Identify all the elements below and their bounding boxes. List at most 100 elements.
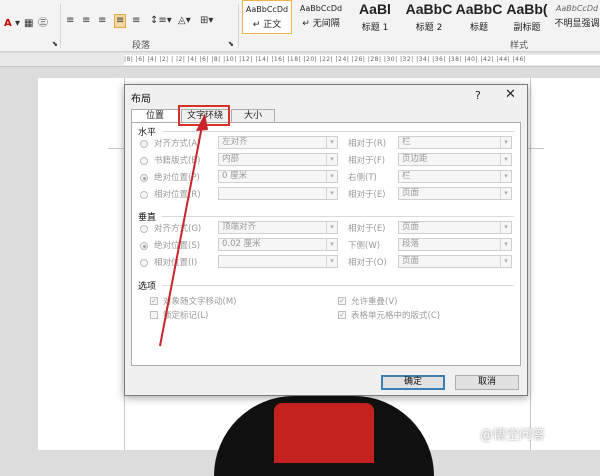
relative-label: 相对于(O) bbox=[348, 258, 387, 268]
relative-to-select[interactable]: 页面 ▾ bbox=[398, 187, 512, 200]
tab-position[interactable]: 位置 bbox=[131, 109, 179, 123]
option-value-field[interactable]: ▾ bbox=[218, 255, 338, 268]
style-name: 不明显强调 bbox=[554, 19, 600, 29]
layout-in-cell-label: 表格单元格中的版式(C) bbox=[351, 311, 441, 321]
relative-value: 栏 bbox=[402, 171, 411, 181]
font-color-button[interactable]: A bbox=[4, 18, 12, 30]
option-value: 0.02 厘米 bbox=[222, 239, 261, 249]
dropdown-arrow-icon[interactable]: ▾ bbox=[326, 222, 337, 233]
option-value-field[interactable]: 内部 ▾ bbox=[218, 153, 338, 166]
relative-to-select[interactable]: 段落 ▾ bbox=[398, 238, 512, 251]
shading-icon[interactable]: ◬▾ bbox=[178, 15, 191, 27]
style-tile[interactable]: AaBbCcDd ↵ 无间隔 bbox=[296, 0, 346, 34]
dropdown-arrow-icon[interactable]: ▾ bbox=[500, 239, 511, 250]
relative-to-select[interactable]: 栏 ▾ bbox=[398, 170, 512, 183]
justify-icon[interactable]: ≡ bbox=[114, 14, 127, 28]
style-tile[interactable]: AaBbCcDd ↵ 正文 bbox=[242, 0, 292, 34]
dropdown-arrow-icon[interactable]: ▾ bbox=[326, 171, 337, 182]
option-radio[interactable] bbox=[140, 225, 148, 233]
style-tile[interactable]: AaBbCcDd 不明显强调 bbox=[554, 0, 600, 34]
relative-to-select[interactable]: 页面 ▾ bbox=[398, 255, 512, 268]
style-tile[interactable]: AaBb(副标题 bbox=[502, 0, 552, 34]
style-tile[interactable]: AaBbC 标题 bbox=[454, 0, 504, 34]
option-radio[interactable] bbox=[140, 157, 148, 165]
relative-value: 段落 bbox=[402, 239, 420, 249]
style-name: 标题 2 bbox=[415, 23, 443, 33]
option-label: 对齐方式(A) bbox=[154, 139, 201, 149]
ok-button[interactable]: 确定 bbox=[381, 375, 445, 390]
font-dialog-launcher-icon[interactable]: ⬊ bbox=[52, 38, 58, 50]
style-preview: AaBbC bbox=[405, 1, 453, 17]
relative-value: 栏 bbox=[402, 137, 411, 147]
relative-value: 页面 bbox=[402, 256, 420, 266]
align-left-icon[interactable]: ≡ bbox=[66, 15, 74, 27]
dropdown-arrow-icon[interactable]: ▾ bbox=[326, 154, 337, 165]
relative-to-select[interactable]: 页边距 ▾ bbox=[398, 153, 512, 166]
style-name: ↵ 正文 bbox=[252, 20, 282, 30]
align-center-icon[interactable]: ≡ bbox=[82, 15, 90, 27]
option-radio[interactable] bbox=[140, 242, 148, 250]
option-value-field[interactable]: ▾ bbox=[218, 187, 338, 200]
borders-icon[interactable]: ⊞▾ bbox=[200, 15, 213, 27]
option-label: 相对位置(I) bbox=[154, 258, 198, 268]
relative-label: 相对于(E) bbox=[348, 190, 386, 200]
ruler-scale: |8| |6| |4| |2| | |2| |4| |6| |8| |10| |… bbox=[124, 55, 600, 65]
option-radio[interactable] bbox=[140, 140, 148, 148]
style-preview: AaBbCcDd bbox=[555, 4, 599, 13]
dropdown-arrow-icon[interactable]: ▾ bbox=[500, 256, 511, 267]
move-with-text-label: 对象随文字移动(M) bbox=[163, 297, 237, 307]
position-tab-panel: 水平 对齐方式(A) 左对齐 ▾ 相对于(R) 栏 ▾ 书籍版式(B) 内部 ▾ 相对于(F) 页边… bbox=[131, 122, 521, 366]
option-radio[interactable] bbox=[140, 191, 148, 199]
dropdown-arrow-icon[interactable]: ▾ bbox=[500, 137, 511, 148]
option-radio[interactable] bbox=[140, 174, 148, 182]
font-color-dropdown-icon[interactable]: ▾ bbox=[15, 18, 20, 30]
option-radio[interactable] bbox=[140, 259, 148, 267]
relative-to-select[interactable]: 栏 ▾ bbox=[398, 136, 512, 149]
character-shading-icon[interactable]: ▦ bbox=[24, 18, 33, 30]
dropdown-arrow-icon[interactable]: ▾ bbox=[326, 256, 337, 267]
horizontal-ruler[interactable]: |8| |6| |4| |2| | |2| |4| |6| |8| |10| |… bbox=[0, 53, 600, 67]
tab-size[interactable]: 大小 bbox=[231, 109, 275, 123]
line-spacing-icon[interactable]: ↕≡▾ bbox=[150, 15, 172, 27]
option-value-field[interactable]: 顶端对齐 ▾ bbox=[218, 221, 338, 234]
paragraph-group-label: 段落 bbox=[132, 41, 151, 51]
relative-to-select[interactable]: 页面 ▾ bbox=[398, 221, 512, 234]
option-value-field[interactable]: 0 厘米 ▾ bbox=[218, 170, 338, 183]
relative-value: 页面 bbox=[402, 188, 420, 198]
move-with-text-checkbox[interactable]: ✓ bbox=[150, 297, 158, 305]
dropdown-arrow-icon[interactable]: ▾ bbox=[326, 188, 337, 199]
cancel-button[interactable]: 取消 bbox=[455, 375, 519, 390]
ribbon: A ▾ ▦ ㊂ ⬊ ≡ ≡ ≡ ≡ ≡ ↕≡▾ ◬▾ ⊞▾ 段落 ⬊ AaBbC… bbox=[0, 0, 600, 52]
enclose-character-icon[interactable]: ㊂ bbox=[38, 18, 48, 30]
style-tile[interactable]: AaBl 标题 1 bbox=[350, 0, 400, 34]
style-preview: AaBb( bbox=[506, 1, 548, 17]
options-section-label: 选项 bbox=[138, 282, 157, 292]
dropdown-arrow-icon[interactable]: ▾ bbox=[500, 188, 511, 199]
relative-label: 下侧(W) bbox=[348, 241, 381, 251]
style-tile[interactable]: AaBbC 标题 2 bbox=[404, 0, 454, 34]
option-label: 相对位置(R) bbox=[154, 190, 201, 200]
option-value-field[interactable]: 左对齐 ▾ bbox=[218, 136, 338, 149]
lock-anchor-checkbox[interactable] bbox=[150, 311, 158, 319]
dropdown-arrow-icon[interactable]: ▾ bbox=[326, 239, 337, 250]
distributed-icon[interactable]: ≡ bbox=[132, 15, 140, 27]
option-value-field[interactable]: 0.02 厘米 ▾ bbox=[218, 238, 338, 251]
option-label: 绝对位置(P) bbox=[154, 173, 200, 183]
dropdown-arrow-icon[interactable]: ▾ bbox=[500, 222, 511, 233]
close-button[interactable]: ✕ bbox=[505, 87, 516, 102]
section-divider bbox=[162, 216, 514, 217]
dropdown-arrow-icon[interactable]: ▾ bbox=[500, 171, 511, 182]
style-name: 标题 bbox=[469, 23, 488, 33]
layout-dialog: 布局 ? ✕ 位置 文字环绕 大小 水平 对齐方式(A) 左对齐 ▾ 相对于(R) 栏 ▾… bbox=[124, 84, 528, 396]
allow-overlap-label: 允许重叠(V) bbox=[351, 297, 398, 307]
paragraph-dialog-launcher-icon[interactable]: ⬊ bbox=[228, 38, 234, 50]
align-right-icon[interactable]: ≡ bbox=[98, 15, 106, 27]
dropdown-arrow-icon[interactable]: ▾ bbox=[326, 137, 337, 148]
layout-in-cell-checkbox[interactable]: ✓ bbox=[338, 311, 346, 319]
margin-guide bbox=[528, 148, 544, 149]
allow-overlap-checkbox[interactable]: ✓ bbox=[338, 297, 346, 305]
help-button[interactable]: ? bbox=[475, 89, 481, 102]
dialog-title: 布局 bbox=[131, 94, 151, 105]
relative-label: 相对于(R) bbox=[348, 139, 387, 149]
dropdown-arrow-icon[interactable]: ▾ bbox=[500, 154, 511, 165]
